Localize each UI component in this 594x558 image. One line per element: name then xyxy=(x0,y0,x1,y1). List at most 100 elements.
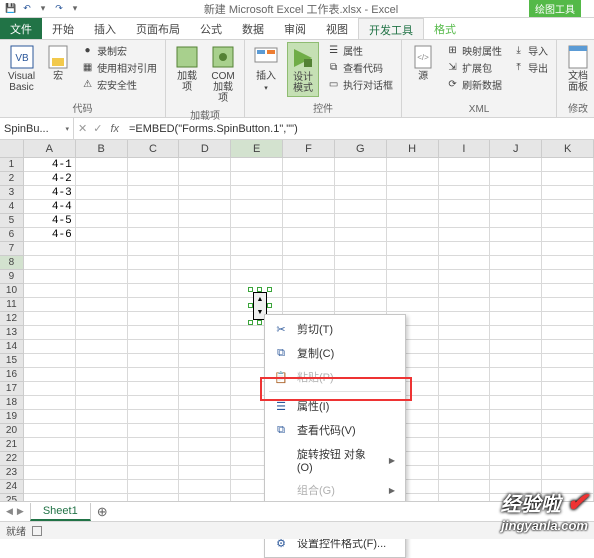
cell[interactable] xyxy=(128,438,180,452)
tab-insert[interactable]: 插入 xyxy=(84,18,126,39)
cell[interactable] xyxy=(128,340,180,354)
cell[interactable] xyxy=(179,270,231,284)
cell[interactable] xyxy=(283,256,335,270)
cell[interactable] xyxy=(490,438,542,452)
row-header[interactable]: 24 xyxy=(0,480,24,494)
cell[interactable] xyxy=(387,214,439,228)
cell[interactable]: 4-6 xyxy=(24,228,76,242)
cell[interactable] xyxy=(439,228,491,242)
import-button[interactable]: ⤓导入 xyxy=(510,42,550,59)
col-header[interactable]: D xyxy=(179,140,231,157)
cell[interactable] xyxy=(542,284,594,298)
cell[interactable] xyxy=(335,186,387,200)
cell[interactable] xyxy=(76,256,128,270)
cell[interactable] xyxy=(128,410,180,424)
cell[interactable] xyxy=(490,368,542,382)
cell[interactable] xyxy=(542,396,594,410)
ctx-copy[interactable]: ⧉复制(C) xyxy=(265,341,405,365)
select-all-corner[interactable] xyxy=(0,140,24,157)
cell[interactable] xyxy=(490,200,542,214)
col-header[interactable]: H xyxy=(387,140,439,157)
cell[interactable] xyxy=(179,256,231,270)
cell[interactable] xyxy=(542,158,594,172)
spin-up-icon[interactable]: ▲ xyxy=(254,293,266,306)
redo-dd[interactable]: ▾ xyxy=(68,2,82,16)
cell[interactable] xyxy=(128,424,180,438)
ctx-view-code[interactable]: ⧉查看代码(V) xyxy=(265,418,405,442)
cell[interactable] xyxy=(542,326,594,340)
cell[interactable] xyxy=(283,200,335,214)
cell[interactable] xyxy=(542,480,594,494)
insert-control-button[interactable]: 插入▾ xyxy=(251,42,281,96)
cell[interactable] xyxy=(179,284,231,298)
doc-panel-button[interactable]: 文档面板 xyxy=(563,42,593,95)
cell[interactable] xyxy=(490,326,542,340)
cell[interactable] xyxy=(542,466,594,480)
tab-formulas[interactable]: 公式 xyxy=(190,18,232,39)
tab-review[interactable]: 审阅 xyxy=(274,18,316,39)
tab-file[interactable]: 文件 xyxy=(0,18,42,39)
cell[interactable] xyxy=(128,312,180,326)
cell[interactable] xyxy=(24,354,76,368)
row-header[interactable]: 17 xyxy=(0,382,24,396)
cell[interactable] xyxy=(231,186,283,200)
cell[interactable] xyxy=(231,214,283,228)
cell[interactable] xyxy=(179,242,231,256)
cell[interactable] xyxy=(439,480,491,494)
cell[interactable] xyxy=(128,354,180,368)
cell[interactable] xyxy=(76,466,128,480)
cell[interactable] xyxy=(76,172,128,186)
cell[interactable] xyxy=(490,382,542,396)
cell[interactable] xyxy=(490,466,542,480)
cell[interactable] xyxy=(387,200,439,214)
run-dialog-button[interactable]: ▭执行对话框 xyxy=(325,76,395,93)
cell[interactable] xyxy=(387,242,439,256)
cell[interactable] xyxy=(542,438,594,452)
cell[interactable] xyxy=(490,186,542,200)
cell[interactable] xyxy=(542,410,594,424)
cell[interactable] xyxy=(283,214,335,228)
sheet-nav-prev-icon[interactable]: ◀ xyxy=(6,506,13,517)
cell[interactable] xyxy=(335,242,387,256)
cell[interactable] xyxy=(439,466,491,480)
cell[interactable] xyxy=(76,284,128,298)
cell[interactable] xyxy=(76,214,128,228)
cell[interactable] xyxy=(542,452,594,466)
cell[interactable] xyxy=(283,270,335,284)
cell[interactable] xyxy=(128,396,180,410)
cell[interactable] xyxy=(283,284,335,298)
chevron-down-icon[interactable]: ▾ xyxy=(65,125,69,133)
cell[interactable] xyxy=(490,270,542,284)
cell[interactable] xyxy=(490,172,542,186)
row-header[interactable]: 7 xyxy=(0,242,24,256)
cell[interactable] xyxy=(439,438,491,452)
cell[interactable] xyxy=(439,242,491,256)
cell[interactable] xyxy=(439,172,491,186)
row-header[interactable]: 8 xyxy=(0,256,24,270)
tab-layout[interactable]: 页面布局 xyxy=(126,18,190,39)
cell[interactable] xyxy=(76,298,128,312)
export-button[interactable]: ⤒导出 xyxy=(510,59,550,76)
visual-basic-button[interactable]: VB Visual Basic xyxy=(6,42,37,95)
col-header[interactable]: E xyxy=(231,140,283,157)
cell[interactable] xyxy=(490,214,542,228)
map-properties-button[interactable]: ⊞映射属性 xyxy=(444,42,504,59)
cell[interactable] xyxy=(283,242,335,256)
col-header[interactable]: G xyxy=(335,140,387,157)
cell[interactable] xyxy=(439,354,491,368)
cell[interactable] xyxy=(231,270,283,284)
cell[interactable] xyxy=(24,326,76,340)
cell[interactable] xyxy=(231,256,283,270)
sheet-nav-next-icon[interactable]: ▶ xyxy=(17,506,24,517)
cell[interactable] xyxy=(179,312,231,326)
col-header[interactable]: I xyxy=(439,140,491,157)
row-header[interactable]: 19 xyxy=(0,410,24,424)
cell[interactable] xyxy=(76,186,128,200)
cell[interactable] xyxy=(542,298,594,312)
cell[interactable] xyxy=(179,340,231,354)
macro-security-button[interactable]: ⚠宏安全性 xyxy=(79,76,159,93)
cell[interactable] xyxy=(335,158,387,172)
cell[interactable] xyxy=(542,312,594,326)
cell[interactable] xyxy=(128,326,180,340)
cell[interactable] xyxy=(283,298,335,312)
